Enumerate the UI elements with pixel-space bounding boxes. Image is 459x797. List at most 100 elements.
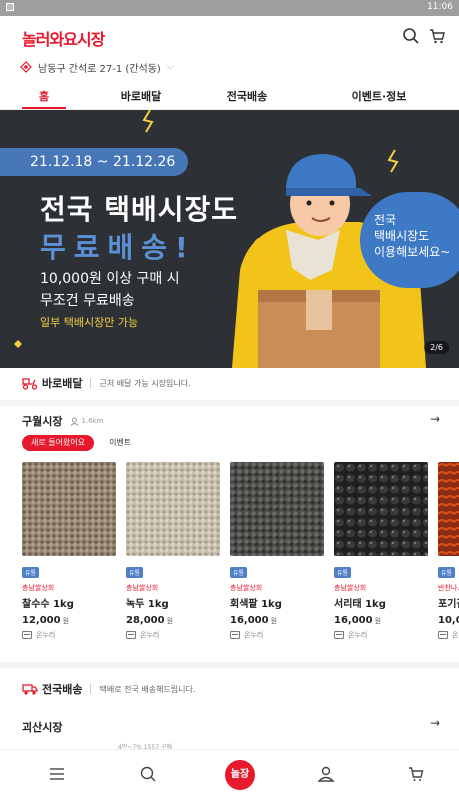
banner-condition-2: 무조건 무료배송 [40,293,135,309]
payment-method: 온누리 [334,630,428,640]
distance-value: 1.6km [81,417,104,425]
separator [90,378,92,388]
currency-unit: 원 [62,617,70,625]
banner-condition: 10,000원 이상 구매 시 [40,271,180,287]
search-icon[interactable] [136,762,160,786]
bubble-line: 전국 [374,213,397,227]
truck-icon [22,684,38,695]
product-card[interactable]: 유통 충남쌀상회 서리태 1kg 16,000 원 온누리 [334,462,428,640]
price-value: 12,000 [22,615,61,626]
card-icon [438,631,448,639]
speech-bubble: 전국 택배시장도 이용해보세요~ [360,192,459,288]
product-price: 16,000 원 [230,615,324,626]
product-badge: 유통 [22,567,40,578]
currency-unit: 원 [166,617,174,625]
market-name: 괴산시장 [22,721,63,734]
product-badge: 유통 [438,567,456,578]
nationwide-header[interactable]: 전국배송 택배로 전국 배송해드립니다. [0,674,459,704]
app-header: 놀러와요시장 [0,16,459,56]
seller-name: 충남쌀상회 [126,584,159,592]
currency-unit: 원 [374,617,382,625]
search-icon[interactable] [402,27,420,45]
currency-unit: 원 [270,617,278,625]
product-name: 회색팥 1kg [230,599,282,610]
payment-method: 온누리 [22,630,116,640]
cart-icon[interactable] [404,762,428,786]
arrow-right-icon[interactable]: → [430,716,440,730]
product-badge: 유통 [126,567,144,578]
product-price: 28,000 원 [126,615,220,626]
seller-name: 충남쌀상회 [334,584,367,592]
product-card[interactable]: 유통 충남쌀상회 찰수수 1kg 12,000 원 온누리 [22,462,116,640]
filter-new-arrivals[interactable]: 새로 들어왔어요 [22,435,95,451]
app-logo[interactable]: 놀러와요시장 [22,26,105,50]
tab-events[interactable]: 이벤트·정보 [352,88,407,104]
tab-nationwide[interactable]: 전국배송 [227,88,267,104]
menu-icon[interactable] [45,762,69,786]
status-time: 11:06 [427,2,453,12]
card-icon [334,631,344,639]
seller-name: 반찬나... [438,584,459,592]
separator [90,684,92,694]
seller-name: 충남쌀상회 [22,584,55,592]
product-carousel[interactable]: 유통 충남쌀상회 찰수수 1kg 12,000 원 온누리 유통 충남쌀상회 녹두… [22,462,459,642]
product-image [22,462,116,556]
bottom-nav: 놀장 [0,749,459,797]
payment-method: 온누리 [126,630,220,640]
location-address: 남동구 간석로 27-1 (간석동) [38,63,161,75]
product-image [126,462,220,556]
banner-page-indicator: 2/6 [424,341,449,354]
payment-label: 온누리 [140,631,160,639]
product-name: 서리태 1kg [334,599,386,610]
quick-delivery-header[interactable]: 바로배달 근처 배달 가능 시장입니다. [0,368,459,398]
product-name: 포기김... [438,599,459,610]
product-image [334,462,428,556]
banner-date: 21.12.18 ~ 21.12.26 [0,148,188,176]
product-card[interactable]: 유통 충남쌀상회 회색팥 1kg 16,000 원 온누리 [230,462,324,640]
banner-note: 일부 택배시장만 가능 [40,316,139,329]
product-image [438,462,459,556]
bubble-line: 이용해보세요~ [374,245,451,259]
location-selector[interactable]: 남동구 간석로 27-1 (간석동) ⌵ [20,58,174,76]
card-icon [22,631,32,639]
promo-banner[interactable]: 21.12.18 ~ 21.12.26 전국 택배시장도 무료배송! 10,00… [0,110,459,368]
nationwide-title: 전국배송 [42,683,83,696]
seller-name: 충남쌀상회 [230,584,263,592]
active-tab-indicator [22,107,66,109]
tab-quick-delivery[interactable]: 바로배달 [121,88,161,104]
quick-delivery-desc: 근처 배달 가능 시장입니다. [99,378,191,388]
person-distance-icon [71,417,79,426]
user-icon[interactable] [314,762,338,786]
price-value: 16,000 [230,615,269,626]
filter-events[interactable]: 이벤트 [100,435,140,451]
payment-label: 온누리 [244,631,264,639]
banner-free-shipping: 무료배송! [40,231,196,264]
product-card[interactable]: 유통 반찬나... 포기김... 10,0 온 [438,462,459,640]
tab-home[interactable]: 홈 [39,88,49,104]
payment-method: 온누리 [230,630,324,640]
quick-delivery-title: 바로배달 [42,377,83,390]
product-badge: 유통 [334,567,352,578]
market-header[interactable]: 괴산시장 → [22,716,440,734]
price-value: 16,000 [334,615,373,626]
product-name: 찰수수 1kg [22,599,74,610]
banner-headline: 전국 택배시장도 [40,193,239,226]
payment-label: 온 [452,631,459,639]
product-price: 12,000 원 [22,615,116,626]
section-divider [0,662,459,668]
product-image [230,462,324,556]
home-logo-button[interactable]: 놀장 [225,760,255,790]
payment-label: 온누리 [348,631,368,639]
bubble-line: 택배시장도 [374,229,430,243]
product-filters: 새로 들어왔어요 이벤트 [22,434,140,452]
market-name: 구월시장 [22,415,63,428]
arrow-right-icon[interactable]: → [430,412,440,426]
card-icon [126,631,136,639]
nationwide-desc: 택배로 전국 배송해드립니다. [99,684,196,694]
status-bar: 11:06 [0,0,459,16]
market-header[interactable]: 구월시장 1.6km → [22,412,440,430]
location-pin-icon [20,61,32,73]
product-card[interactable]: 유통 충남쌀상회 녹두 1kg 28,000 원 온누리 [126,462,220,640]
market-distance: 1.6km [70,417,104,426]
cart-icon[interactable] [428,27,446,45]
